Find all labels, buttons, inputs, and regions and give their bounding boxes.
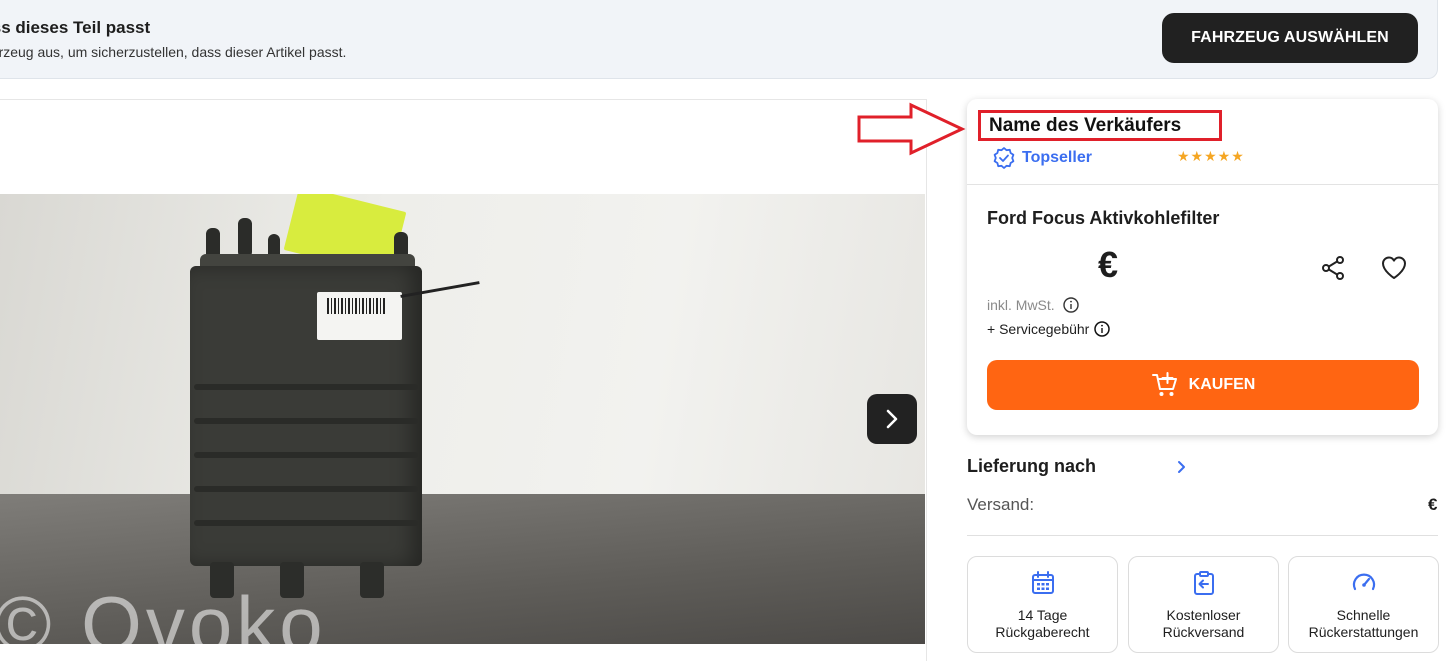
tile-line2: Rückversand	[1162, 624, 1245, 640]
product-title: Ford Focus Aktivkohlefilter	[987, 208, 1220, 228]
shipping-label: Versand:	[967, 495, 1035, 514]
red-arrow-icon	[857, 102, 966, 156]
tile-icon-wrap	[1191, 570, 1217, 601]
photo-rib	[194, 384, 418, 390]
product-photo[interactable]: © Ovoko	[0, 194, 925, 644]
photo-rib	[194, 452, 418, 458]
service-fee-label: + Servicegebühr	[987, 321, 1090, 337]
delivery-expand-button[interactable]	[1176, 459, 1188, 480]
delivery-divider	[967, 535, 1438, 536]
photo-rib	[194, 520, 418, 526]
tile-line1: Kostenloser	[1166, 607, 1241, 623]
favorite-button[interactable]	[1380, 254, 1408, 287]
shipping-value: €	[1428, 495, 1438, 514]
banner-subtitle: ahrzeug aus, um sicherzustellen, dass di…	[0, 44, 347, 60]
gallery-next-button[interactable]	[867, 394, 917, 444]
tile-line1: Schnelle	[1336, 607, 1391, 623]
photo-rib	[194, 486, 418, 492]
tile-text: Schnelle Rückerstattungen	[1289, 607, 1438, 641]
service-fee: + Servicegebühr	[987, 321, 1111, 337]
card-divider	[967, 184, 1438, 185]
tile-line2: Rückerstattungen	[1308, 624, 1419, 640]
speedometer-icon	[1352, 573, 1375, 591]
info-icon[interactable]	[1062, 297, 1079, 313]
photo-barcode	[327, 298, 387, 314]
tile-text: Kostenloser Rückversand	[1129, 607, 1278, 641]
tile-line1: 14 Tage	[1017, 607, 1068, 623]
seller-name[interactable]: Name des Verkäufers	[989, 115, 1181, 137]
buy-label: KAUFEN	[1188, 376, 1256, 393]
vat-note: inkl. MwSt.	[987, 297, 1079, 313]
buy-button[interactable]: KAUFEN	[987, 360, 1419, 410]
share-icon	[1322, 256, 1344, 280]
tile-text: 14 Tage Rückgaberecht	[968, 607, 1117, 641]
topseller-label: Topseller	[1022, 149, 1092, 166]
chevron-right-icon	[1178, 461, 1185, 473]
feature-tile-returns[interactable]: 14 Tage Rückgaberecht	[967, 556, 1118, 653]
vat-label: inkl. MwSt.	[987, 297, 1055, 313]
photo-watermark: © Ovoko	[0, 580, 327, 644]
banner-title: e, dass dieses Teil passt	[0, 18, 151, 37]
photo-wall	[0, 194, 925, 514]
info-icon[interactable]	[1094, 321, 1111, 337]
delivery-title[interactable]: Lieferung nach	[967, 456, 1096, 477]
tile-icon-wrap	[1030, 570, 1056, 601]
seller-rating-stars: ★★★★★	[1177, 148, 1245, 164]
calendar-icon	[1031, 571, 1054, 594]
topseller-badge: Topseller	[992, 146, 1092, 170]
heart-icon	[1382, 256, 1406, 279]
select-vehicle-button[interactable]: FAHRZEUG AUSWÄHLEN	[1162, 13, 1418, 63]
tile-icon-wrap	[1351, 570, 1377, 601]
product-price: €	[1098, 244, 1119, 285]
chevron-right-icon	[886, 409, 898, 429]
photo-rib	[194, 418, 418, 424]
add-to-cart-icon	[1151, 372, 1177, 396]
verified-badge-icon	[993, 147, 1015, 169]
tile-line2: Rückgaberecht	[995, 624, 1090, 640]
feature-tile-free-return-shipping[interactable]: Kostenloser Rückversand	[1128, 556, 1279, 653]
share-button[interactable]	[1320, 254, 1348, 287]
photo-leg	[360, 562, 384, 598]
return-box-icon	[1193, 571, 1214, 595]
photo-nozzle	[238, 218, 252, 258]
feature-tile-fast-refunds[interactable]: Schnelle Rückerstattungen	[1288, 556, 1439, 653]
